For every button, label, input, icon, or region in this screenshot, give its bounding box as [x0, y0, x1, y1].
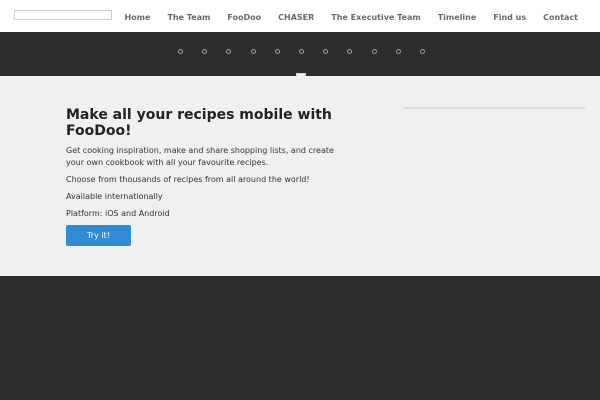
slider-dot[interactable] [323, 49, 328, 54]
nav-executive-team[interactable]: The Executive Team [331, 13, 420, 23]
feature-section: Make all your recipes mobile with FooDoo… [0, 76, 600, 276]
main-nav: Home The Team FooDoo CHASER The Executiv… [107, 13, 578, 23]
logo-placeholder[interactable] [14, 10, 112, 20]
feature-title: Make all your recipes mobile with FooDoo… [66, 107, 332, 139]
divider-line [404, 107, 585, 109]
slider-dot[interactable] [275, 49, 280, 54]
site-header: Home The Team FooDoo CHASER The Executiv… [0, 0, 600, 32]
nav-contact[interactable]: Contact [543, 13, 578, 23]
feature-paragraph-4: Platform: iOS and Android [66, 209, 170, 218]
slider-dot[interactable] [347, 49, 352, 54]
slider-dot[interactable] [178, 49, 183, 54]
nav-the-team[interactable]: The Team [167, 13, 210, 23]
nav-foodoo[interactable]: FooDoo [227, 13, 261, 23]
slider-dot[interactable] [299, 49, 304, 54]
try-it-button[interactable]: Try it! [66, 225, 131, 246]
slider-dot[interactable] [396, 49, 401, 54]
footer-band [0, 276, 600, 400]
slider-dot[interactable] [372, 49, 377, 54]
feature-paragraph-2: Choose from thousands of recipes from al… [66, 175, 310, 184]
nav-chaser[interactable]: CHASER [278, 13, 314, 23]
slider-dot[interactable] [226, 49, 231, 54]
nav-timeline[interactable]: Timeline [438, 13, 477, 23]
slider-dot[interactable] [202, 49, 207, 54]
nav-home[interactable]: Home [124, 13, 150, 23]
nav-find-us[interactable]: Find us [493, 13, 526, 23]
slider-dot[interactable] [420, 49, 425, 54]
feature-paragraph-3: Available internationally [66, 192, 163, 201]
slider-dot[interactable] [251, 49, 256, 54]
slider-pagination [0, 49, 600, 55]
feature-paragraph-1: Get cooking inspiration, make and share … [66, 146, 334, 167]
